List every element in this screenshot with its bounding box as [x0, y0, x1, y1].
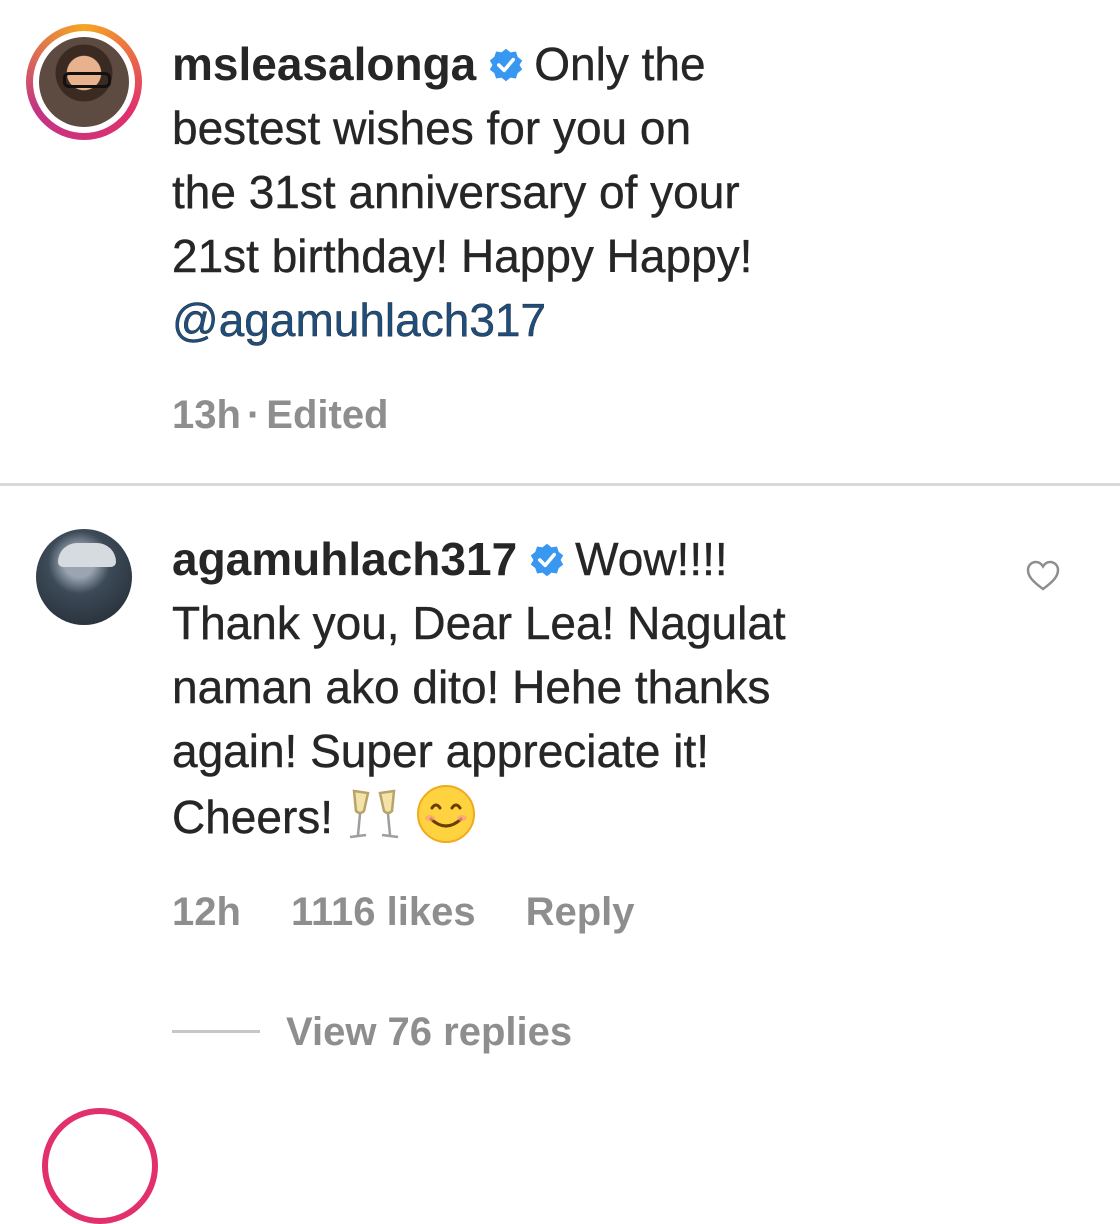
comment-text-line: naman ako dito! Hehe thanks	[172, 661, 771, 713]
meta-separator: ·	[246, 393, 261, 437]
champagne-glasses-icon	[346, 785, 402, 861]
next-comment-avatar[interactable]	[42, 1108, 158, 1224]
smiling-face-icon	[415, 783, 477, 861]
view-replies-button[interactable]: View 76 replies	[172, 1010, 572, 1055]
comment-text-line: again! Super appreciate it!	[172, 725, 710, 777]
verified-badge-icon	[488, 47, 524, 83]
timestamp: 13h	[172, 393, 241, 437]
reply-button[interactable]: Reply	[526, 890, 635, 934]
comment-text-line: 21st birthday! Happy Happy!	[172, 230, 753, 282]
replies-line	[172, 1030, 260, 1033]
likes-count[interactable]: 1116 likes	[291, 890, 476, 934]
verified-badge-icon	[529, 542, 565, 578]
comment-body: msleasalonga Only the bestest wishes for …	[172, 32, 962, 352]
comment-text-line: the 31st anniversary of your	[172, 166, 740, 218]
edited-label: Edited	[266, 393, 389, 437]
comment-text-line: Cheers!	[172, 791, 334, 843]
avatar-agamuhlach317[interactable]	[36, 529, 132, 625]
comment-msleasalonga: msleasalonga Only the bestest wishes for …	[0, 0, 1120, 485]
username[interactable]: agamuhlach317	[172, 533, 517, 585]
comment-text-line: Only the	[534, 38, 706, 90]
comment-divider	[0, 483, 1120, 486]
comment-agamuhlach317: agamuhlach317 Wow!!!! Thank you, Dear Lea…	[0, 487, 1120, 1120]
avatar-msleasalonga[interactable]	[26, 24, 142, 140]
comment-text-line: Thank you, Dear Lea! Nagulat	[172, 597, 786, 649]
comment-meta: 12h 1116 likes Reply	[172, 890, 685, 935]
comment-text-line: Wow!!!!	[575, 533, 728, 585]
timestamp: 12h	[172, 890, 241, 934]
comment-meta: 13h · Edited	[172, 393, 439, 438]
like-heart-icon[interactable]	[1026, 560, 1060, 592]
view-replies-label: View 76 replies	[286, 1010, 573, 1054]
username[interactable]: msleasalonga	[172, 38, 476, 90]
mention-link[interactable]: @agamuhlach317	[172, 294, 546, 346]
comment-text-line: bestest wishes for you on	[172, 102, 692, 154]
comment-body: agamuhlach317 Wow!!!! Thank you, Dear Lea…	[172, 527, 962, 861]
